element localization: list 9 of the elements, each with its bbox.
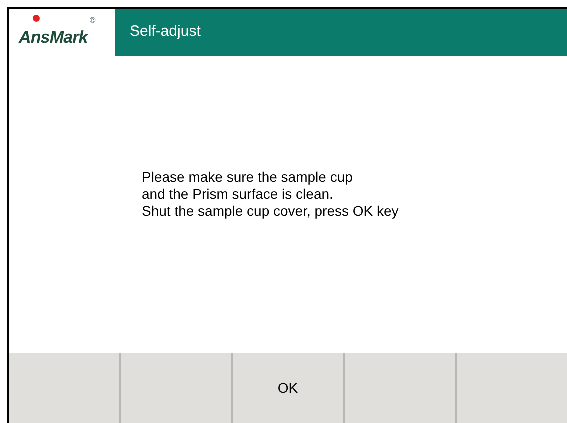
instruction-text: Please make sure the sample cup and the Prism surface is clean. Shut the sample cup cover, press OK key [142,169,399,220]
blank-softkey[interactable] [9,353,119,423]
blank-softkey[interactable] [345,353,455,423]
blank-softkey[interactable] [121,353,231,423]
blank-softkey[interactable] [457,353,567,423]
window-title: Self-adjust [130,22,201,42]
registered-mark: ® [90,15,96,27]
logo-text: AnsMark [19,28,88,46]
ok-button[interactable]: OK [233,353,343,423]
